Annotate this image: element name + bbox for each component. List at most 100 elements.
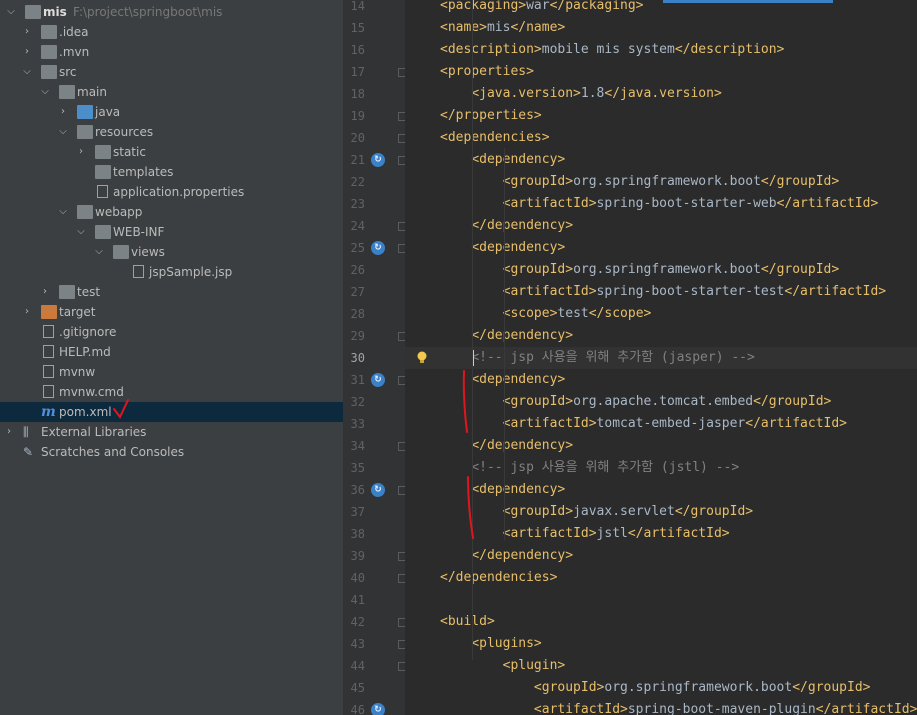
xml-text [440, 658, 503, 673]
chevron-down-icon[interactable]: ⌵ [39, 82, 51, 102]
tree-item[interactable]: › ⫼ External Libraries [0, 422, 343, 442]
tree-item[interactable]: mvnw.cmd [0, 382, 343, 402]
code-line[interactable]: <build> [440, 611, 495, 633]
chevron-right-icon[interactable]: › [21, 42, 33, 62]
chevron-right-icon[interactable]: › [39, 282, 51, 302]
code-line[interactable]: <dependency> [440, 369, 565, 391]
code-line[interactable]: <packaging>war</packaging> [440, 0, 644, 17]
tree-item[interactable]: HELP.md [0, 342, 343, 362]
line-number: 23 [350, 197, 365, 211]
folder-icon [59, 285, 75, 299]
code-line[interactable]: <plugin> [440, 655, 566, 677]
tree-item[interactable]: › test [0, 282, 343, 302]
tree-item-label: webapp [95, 205, 143, 219]
code-line[interactable]: <properties> [440, 61, 534, 83]
tree-item[interactable]: .gitignore [0, 322, 343, 342]
tree-item-label: mvnw [59, 365, 96, 379]
xml-text: org.springframework.boot [573, 174, 761, 189]
code-line[interactable]: </dependency> [440, 325, 573, 347]
tree-item-label: Scratches and Consoles [41, 445, 185, 459]
chevron-right-icon[interactable]: › [21, 302, 33, 322]
dependency-gutter-icon[interactable]: ↻ [371, 373, 385, 387]
project-tree[interactable]: ⌵ mis F:\project\springboot\mis › .idea › .mvn… [0, 0, 343, 715]
tree-item[interactable]: ⌵ main [0, 82, 343, 102]
chevron-down-icon[interactable]: ⌵ [75, 222, 87, 242]
code-line[interactable]: <groupId>org.springframework.boot</group… [440, 171, 840, 193]
chevron-down-icon[interactable]: ⌵ [57, 202, 69, 222]
code-line[interactable]: <artifactId>spring-boot-maven-plugin</ar… [440, 699, 917, 715]
tree-item[interactable]: ⌵ src [0, 62, 343, 82]
code-line[interactable]: <dependencies> [440, 127, 550, 149]
code-line[interactable]: <dependency> [440, 149, 565, 171]
code-line[interactable]: <name>mis</name> [440, 17, 565, 39]
chevron-down-icon[interactable]: ⌵ [5, 2, 17, 22]
code-line[interactable]: <!-- jsp 사용을 위해 추가함 (jstl) --> [440, 457, 739, 479]
tree-item[interactable]: ⌵ mis F:\project\springboot\mis [0, 2, 343, 22]
tree-item[interactable]: templates [0, 162, 343, 182]
tree-item[interactable]: mvnw [0, 362, 343, 382]
code-line[interactable]: </dependency> [440, 215, 573, 237]
tree-item-label: templates [113, 165, 174, 179]
code-line[interactable]: </dependency> [440, 545, 573, 567]
tree-item[interactable]: jspSample.jsp [0, 262, 343, 282]
dependency-gutter-icon[interactable]: ↻ [371, 483, 385, 497]
text-file-icon [43, 325, 54, 338]
tree-item[interactable]: › java [0, 102, 343, 122]
tree-item[interactable]: › target [0, 302, 343, 322]
xml-tag: </artifactId> [815, 702, 917, 715]
chevron-right-icon[interactable]: › [75, 142, 87, 162]
tree-item[interactable]: ⌵ resources [0, 122, 343, 142]
code-line[interactable]: <groupId>org.springframework.boot</group… [440, 259, 840, 281]
chevron-right-icon[interactable]: › [3, 422, 15, 442]
chevron-right-icon[interactable]: › [21, 22, 33, 42]
tree-item[interactable]: application.properties [0, 182, 343, 202]
code-line[interactable]: </properties> [440, 105, 542, 127]
line-number: 37 [350, 505, 365, 519]
code-line[interactable]: </dependencies> [440, 567, 557, 589]
chevron-right-icon[interactable]: › [57, 102, 69, 122]
line-number: 30 [350, 351, 365, 365]
chevron-down-icon[interactable]: ⌵ [93, 242, 105, 262]
xml-text: jstl [596, 526, 628, 541]
dependency-gutter-icon[interactable]: ↻ [371, 703, 385, 715]
chevron-down-icon[interactable]: ⌵ [21, 62, 33, 82]
tree-item[interactable]: › .idea [0, 22, 343, 42]
code-line[interactable]: <dependency> [440, 479, 565, 501]
tree-item[interactable]: m pom.xml [0, 402, 343, 422]
code-line[interactable]: </dependency> [440, 435, 573, 457]
code-line[interactable]: <artifactId>tomcat-embed-jasper</artifac… [440, 413, 847, 435]
code-line[interactable]: <groupId>org.apache.tomcat.embed</groupI… [440, 391, 832, 413]
xml-text: 1.8 [580, 86, 605, 101]
code-line[interactable]: <artifactId>jstl</artifactId> [440, 523, 730, 545]
tree-item[interactable]: ⌵ WEB-INF [0, 222, 343, 242]
code-line[interactable]: <java.version>1.8</java.version> [440, 83, 721, 105]
tree-item[interactable]: › .mvn [0, 42, 343, 62]
lightbulb-icon[interactable] [416, 351, 428, 365]
xml-tag: <groupId> [502, 394, 574, 409]
xml-tag: <artifactId> [502, 284, 597, 299]
code-editor[interactable]: <packaging>war</packaging> <name>mis</nam… [405, 0, 917, 715]
xml-tag: </properties> [440, 108, 542, 123]
dependency-gutter-icon[interactable]: ↻ [371, 153, 385, 167]
tree-item[interactable]: ✎ Scratches and Consoles [0, 442, 343, 462]
xml-text: javax.servlet [573, 504, 675, 519]
indent-guide [472, 0, 473, 660]
code-line[interactable]: <groupId>javax.servlet</groupId> [440, 501, 753, 523]
tree-item-label: pom.xml [59, 405, 112, 419]
dependency-gutter-icon[interactable]: ↻ [371, 241, 385, 255]
code-line[interactable]: <!-- jsp 사용을 위해 추가함 (jasper) --> [440, 347, 755, 369]
horizontal-scroll-indicator[interactable] [663, 0, 833, 3]
line-number: 41 [350, 593, 365, 607]
code-line[interactable]: <description>mobile mis system</descript… [440, 39, 784, 61]
chevron-down-icon[interactable]: ⌵ [57, 122, 69, 142]
tree-item[interactable]: › static [0, 142, 343, 162]
tree-item[interactable]: ⌵ webapp [0, 202, 343, 222]
code-line[interactable]: <artifactId>spring-boot-starter-test</ar… [440, 281, 887, 303]
tree-item-label: mis [43, 5, 67, 19]
code-line[interactable]: <artifactId>spring-boot-starter-web</art… [440, 193, 879, 215]
code-line[interactable]: <dependency> [440, 237, 565, 259]
tree-item[interactable]: ⌵ views [0, 242, 343, 262]
code-line[interactable]: <plugins> [440, 633, 541, 655]
project-path: F:\project\springboot\mis [73, 5, 223, 19]
code-line[interactable]: <groupId>org.springframework.boot</group… [440, 677, 871, 699]
